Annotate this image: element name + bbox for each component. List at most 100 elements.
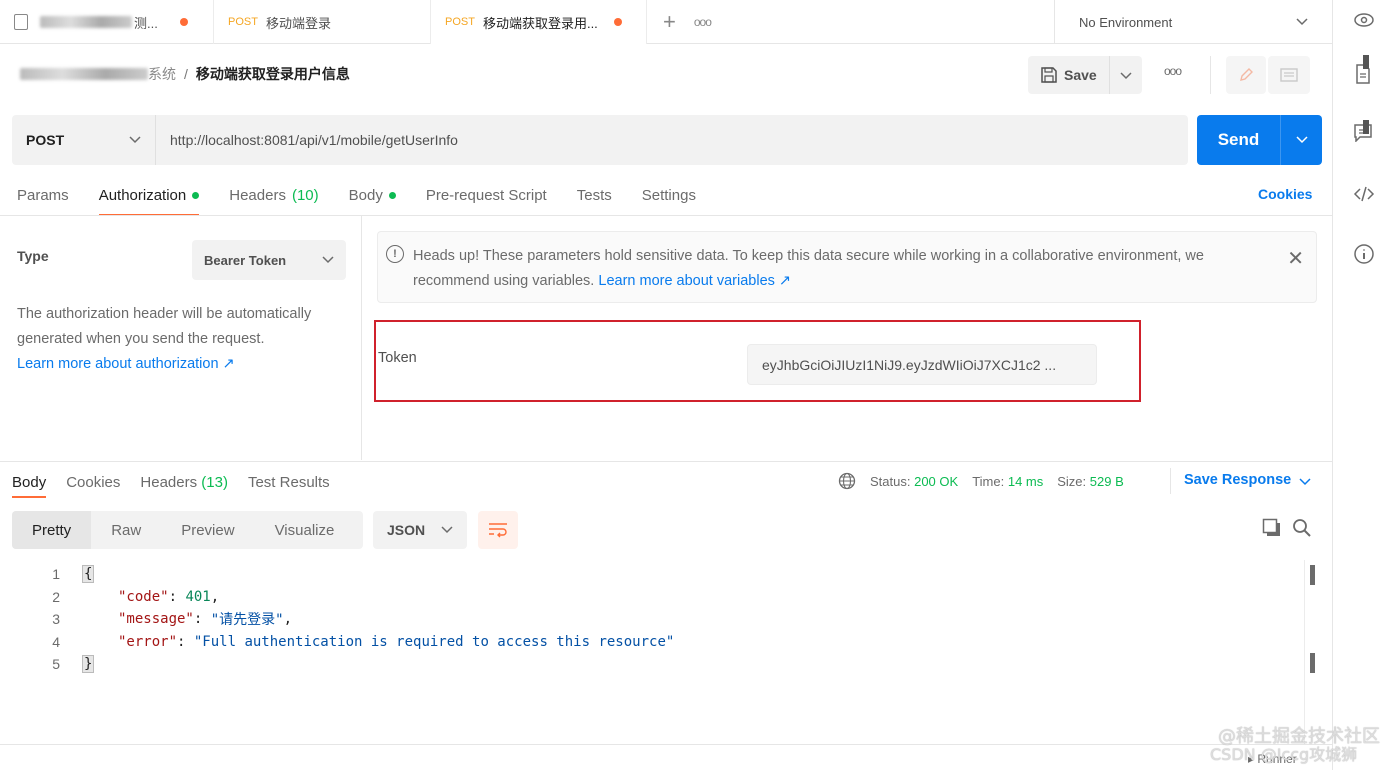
format-value: JSON: [387, 522, 426, 538]
auth-description: The authorization header will be automat…: [17, 302, 357, 377]
request-tab[interactable]: 测...: [0, 0, 214, 44]
response-tab-headers[interactable]: Headers (13): [140, 474, 228, 491]
unsaved-dot: [179, 18, 188, 26]
status-dot: [192, 191, 200, 199]
chevron-down-icon[interactable]: [1110, 67, 1142, 83]
info-icon: !: [386, 245, 404, 263]
environment-label: No Environment: [1079, 14, 1173, 30]
learn-more-variables-link[interactable]: Learn more about variables ↗: [598, 273, 791, 289]
search-icon[interactable]: [1292, 518, 1312, 538]
status-info: Status: 200 OK: [870, 474, 958, 489]
scrollbar-thumb[interactable]: [1363, 55, 1369, 69]
tab-body[interactable]: Body: [349, 180, 396, 210]
response-tab-test-results[interactable]: Test Results: [248, 474, 330, 491]
view-visualize[interactable]: Visualize: [255, 511, 355, 549]
globe-icon[interactable]: [838, 472, 856, 490]
request-tab-active[interactable]: POST 移动端获取登录用...: [431, 0, 647, 45]
view-raw[interactable]: Raw: [91, 511, 161, 549]
right-sidebar: [1332, 0, 1396, 770]
chevron-down-icon: [129, 136, 141, 144]
send-label[interactable]: Send: [1197, 115, 1281, 165]
redacted-text: [20, 68, 148, 80]
eye-icon[interactable]: [1353, 10, 1375, 30]
document-icon: [14, 14, 28, 30]
learn-more-authorization-link[interactable]: Learn more about authorization ↗: [17, 356, 235, 372]
line-number: 2: [52, 588, 60, 605]
tab-prerequest[interactable]: Pre-request Script: [426, 180, 547, 210]
more-icon[interactable]: ooo: [686, 0, 719, 44]
view-pretty[interactable]: Pretty: [12, 511, 92, 549]
response-body: 1{ 2 "code": 401, 3 "message": "请先登录", 4 "e…: [40, 563, 674, 676]
headers-count: (10): [291, 186, 319, 204]
tab-label: Params: [17, 186, 69, 204]
url-bar: POST http://localhost:8081/api/v1/mobile…: [12, 115, 1188, 165]
request-tab[interactable]: POST 移动端登录: [214, 0, 431, 44]
code-icon[interactable]: [1353, 185, 1375, 203]
watermark: @稀土掘金技术社区 CSDN @Iccg攻城狮: [1210, 728, 1380, 764]
method-select[interactable]: POST: [12, 115, 156, 165]
size-info: Size: 529 B: [1057, 474, 1124, 489]
json-value: "Full authentication is required to acce…: [193, 633, 675, 650]
plus-icon[interactable]: +: [647, 0, 686, 44]
save-button-main[interactable]: Save: [1028, 56, 1110, 94]
sensitive-data-notice: ! Heads up! These parameters hold sensit…: [377, 231, 1317, 303]
token-input[interactable]: eyJhbGciOiJIUzI1NiJ9.eyJzdWIiOiJ7XCJ1c2 …: [747, 344, 1097, 385]
save-icon: [1041, 67, 1057, 83]
code-line: 3 "message": "请先登录",: [40, 608, 674, 631]
response-tab-body[interactable]: Body: [12, 474, 47, 498]
code-line: 1{: [40, 563, 674, 586]
scrollbar-thumb[interactable]: [1363, 120, 1369, 134]
auth-description-text: The authorization header will be automat…: [17, 306, 312, 347]
status-footer: [0, 744, 1332, 770]
tab-tests[interactable]: Tests: [577, 180, 612, 210]
wrap-lines-button[interactable]: [478, 511, 518, 549]
docs-icon[interactable]: [1268, 56, 1310, 94]
close-icon[interactable]: ✕: [1287, 246, 1304, 271]
environment-select[interactable]: No Environment: [1054, 0, 1332, 44]
json-comma: ,: [210, 588, 220, 605]
time-info: Time: 14 ms: [972, 474, 1043, 489]
breadcrumb: 系统 / 移动端获取登录用户信息: [20, 58, 350, 90]
chevron-down-icon: [441, 526, 453, 534]
breadcrumb-collection[interactable]: 系统: [148, 64, 176, 84]
tab-settings[interactable]: Settings: [642, 180, 696, 210]
tab-title: 测...: [134, 15, 158, 31]
method-value: POST: [26, 132, 65, 148]
size-value: 529 B: [1089, 473, 1124, 489]
save-response-label: Save Response: [1184, 472, 1292, 488]
json-separator: :: [193, 611, 211, 628]
edit-icon[interactable]: [1226, 56, 1266, 94]
tab-label: Body: [348, 186, 383, 204]
response-tab-cookies[interactable]: Cookies: [66, 474, 120, 491]
tab-authorization[interactable]: Authorization: [98, 180, 200, 216]
copy-icon[interactable]: [1262, 518, 1282, 538]
json-key: "error": [118, 633, 178, 650]
request-tabs: Params Authorization Headers (10) Body Pr…: [17, 180, 696, 216]
more-icon[interactable]: ooo: [1164, 64, 1182, 78]
cookies-link[interactable]: Cookies: [1258, 186, 1312, 202]
tab-params[interactable]: Params: [17, 180, 69, 210]
tab-method: POST: [228, 16, 258, 28]
scrollbar-thumb[interactable]: [1310, 565, 1315, 585]
send-button[interactable]: Send: [1197, 115, 1322, 165]
url-input[interactable]: http://localhost:8081/api/v1/mobile/getU…: [156, 132, 458, 148]
divider: [1170, 468, 1171, 494]
breadcrumb-separator: /: [184, 66, 188, 82]
view-preview[interactable]: Preview: [161, 511, 254, 549]
chevron-down-icon[interactable]: [1281, 115, 1322, 165]
tab-method: POST: [445, 16, 475, 28]
tab-headers[interactable]: Headers (10): [229, 180, 318, 210]
response-view-tabs: Pretty Raw Preview Visualize: [12, 511, 363, 549]
divider: [1210, 56, 1211, 94]
breadcrumb-current[interactable]: 移动端获取登录用户信息: [196, 64, 350, 84]
scrollbar-thumb[interactable]: [1310, 653, 1315, 673]
scrollbar[interactable]: [1304, 560, 1318, 744]
format-select[interactable]: JSON: [373, 511, 467, 549]
auth-type-select[interactable]: Bearer Token: [192, 240, 346, 280]
save-response-button[interactable]: Save Response: [1184, 472, 1311, 490]
save-button[interactable]: Save: [1028, 56, 1142, 94]
tab-title: 移动端登录: [265, 15, 331, 31]
info-icon[interactable]: [1353, 243, 1375, 265]
tab-label: Authorization: [98, 186, 187, 204]
status-value: 200 OK: [914, 473, 959, 489]
